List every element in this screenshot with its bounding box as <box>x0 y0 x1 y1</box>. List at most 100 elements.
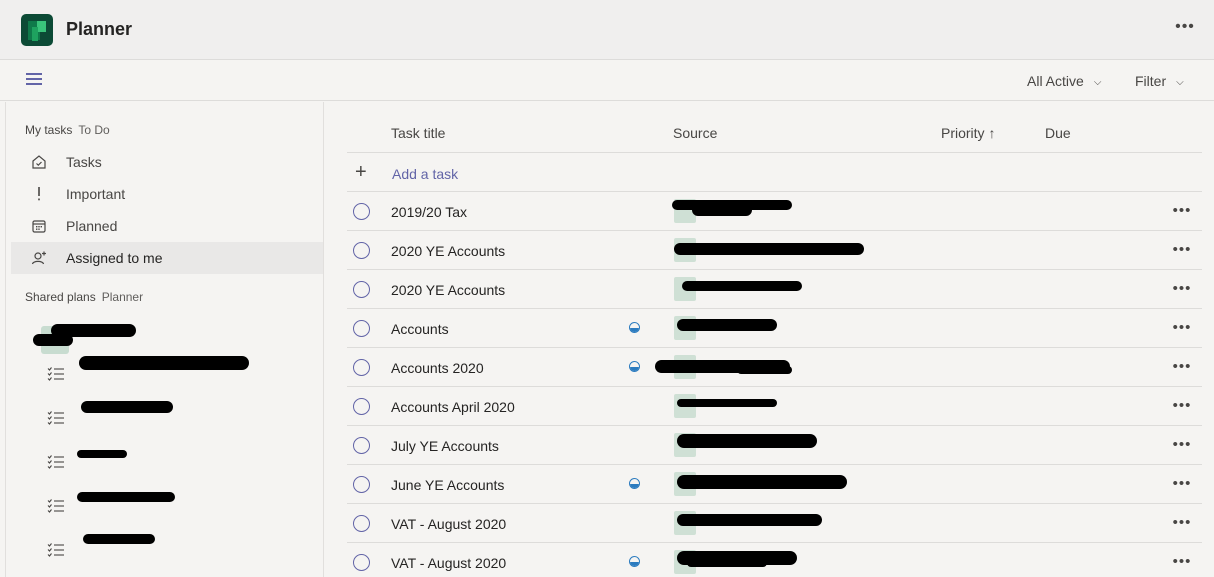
task-title[interactable]: 2019/20 Tax <box>391 204 467 220</box>
in-progress-icon <box>629 478 640 489</box>
sidebar-item-important[interactable]: Important <box>11 178 323 210</box>
checklist-icon <box>47 366 65 382</box>
sidebar-item-label: Tasks <box>66 154 102 170</box>
add-task-row[interactable]: + Add a task <box>347 153 1202 192</box>
to-do-label: To Do <box>78 123 110 137</box>
calendar-icon <box>31 218 47 234</box>
shared-plans-label: Shared plans <box>25 290 96 304</box>
checklist-icon <box>47 454 65 470</box>
more-options-icon[interactable]: ••• <box>1170 202 1194 220</box>
redacted-plan-name <box>77 492 175 502</box>
task-title[interactable]: VAT - August 2020 <box>391 516 506 532</box>
task-complete-checkbox[interactable] <box>353 242 370 259</box>
shared-plan-item[interactable] <box>11 440 323 484</box>
exclamation-icon <box>31 186 47 202</box>
task-title[interactable]: VAT - August 2020 <box>391 555 506 571</box>
checklist-icon <box>47 542 65 558</box>
redacted-source-name <box>677 475 847 489</box>
task-complete-checkbox[interactable] <box>353 515 370 532</box>
sidebar-item-tasks[interactable]: Tasks <box>11 146 323 178</box>
task-complete-checkbox[interactable] <box>353 437 370 454</box>
table-row[interactable]: VAT - August 2020 ••• <box>347 504 1202 543</box>
table-row[interactable]: VAT - August 2020 ••• <box>347 543 1202 577</box>
task-complete-checkbox[interactable] <box>353 359 370 376</box>
in-progress-icon <box>629 556 640 567</box>
column-header-due[interactable]: Due <box>1045 125 1071 141</box>
my-tasks-label: My tasks <box>25 123 73 137</box>
redacted-source-name <box>677 514 822 526</box>
more-options-icon[interactable]: ••• <box>1170 514 1194 532</box>
redacted-mark <box>33 334 73 346</box>
more-options-icon[interactable]: ••• <box>1170 436 1194 454</box>
task-title[interactable]: July YE Accounts <box>391 438 499 454</box>
add-task-button[interactable]: Add a task <box>392 166 458 182</box>
table-row[interactable]: 2019/20 Tax ••• <box>347 192 1202 231</box>
table-row[interactable]: July YE Accounts ••• <box>347 426 1202 465</box>
column-header-source[interactable]: Source <box>673 125 717 141</box>
chevron-down-icon: ⌵ <box>1176 77 1184 88</box>
redacted-source-name <box>692 204 752 216</box>
task-complete-checkbox[interactable] <box>353 203 370 220</box>
shared-plan-item[interactable] <box>11 484 323 528</box>
more-options-icon[interactable]: ••• <box>1170 475 1194 493</box>
sidebar-item-assigned-to-me[interactable]: Assigned to me <box>11 242 323 274</box>
checklist-icon <box>47 498 65 514</box>
shared-plan-item[interactable] <box>11 352 323 396</box>
task-title[interactable]: Accounts 2020 <box>391 360 484 376</box>
redacted-plan-name <box>81 401 173 413</box>
shared-plan-item[interactable] <box>11 528 323 572</box>
task-complete-checkbox[interactable] <box>353 320 370 337</box>
shared-plan-item[interactable] <box>11 396 323 440</box>
more-options-icon[interactable]: ••• <box>1170 241 1194 259</box>
filter-label: Filter <box>1135 73 1167 89</box>
task-complete-checkbox[interactable] <box>353 398 370 415</box>
more-options-icon[interactable]: ••• <box>1172 18 1198 40</box>
task-title[interactable]: June YE Accounts <box>391 477 504 493</box>
person-add-icon <box>31 250 47 266</box>
in-progress-icon <box>629 322 640 333</box>
my-tasks-section-label: My tasks To Do <box>25 123 110 137</box>
task-complete-checkbox[interactable] <box>353 476 370 493</box>
sidebar-item-label: Important <box>66 186 126 202</box>
table-row[interactable]: June YE Accounts ••• <box>347 465 1202 504</box>
shared-plan-item[interactable] <box>11 312 323 356</box>
column-header-priority[interactable]: Priority ↑ <box>941 125 995 141</box>
redacted-plan-name <box>77 450 127 458</box>
redacted-source-name <box>677 319 777 331</box>
table-row[interactable]: Accounts 2020 ••• <box>347 348 1202 387</box>
checklist-icon <box>47 410 65 426</box>
table-row[interactable]: 2020 YE Accounts ••• <box>347 231 1202 270</box>
table-row[interactable]: Accounts April 2020 ••• <box>347 387 1202 426</box>
planner-logo-icon <box>21 14 53 46</box>
sidebar-item-planned[interactable]: Planned <box>11 210 323 242</box>
redacted-plan-name <box>79 356 249 370</box>
home-icon <box>31 154 47 170</box>
filter-dropdown[interactable]: Filter ⌵ <box>1135 73 1184 89</box>
sidebar-item-label: Planned <box>66 218 118 234</box>
task-title[interactable]: Accounts April 2020 <box>391 399 515 415</box>
table-row[interactable]: 2020 YE Accounts ••• <box>347 270 1202 309</box>
redacted-source-name <box>737 366 792 374</box>
column-header-task-title[interactable]: Task title <box>391 125 445 141</box>
planner-label: Planner <box>101 290 144 304</box>
task-title[interactable]: 2020 YE Accounts <box>391 282 505 298</box>
more-options-icon[interactable]: ••• <box>1170 358 1194 376</box>
task-complete-checkbox[interactable] <box>353 554 370 571</box>
task-complete-checkbox[interactable] <box>353 281 370 298</box>
sidebar: My tasks To Do Tasks Important Planned As… <box>5 102 324 577</box>
hamburger-icon[interactable] <box>26 73 42 87</box>
chevron-down-icon: ⌵ <box>1093 77 1102 88</box>
table-row[interactable]: Accounts ••• <box>347 309 1202 348</box>
more-options-icon[interactable]: ••• <box>1170 319 1194 337</box>
redacted-source-name <box>674 243 864 255</box>
all-active-dropdown[interactable]: All Active ⌵ <box>1027 73 1101 89</box>
task-title[interactable]: 2020 YE Accounts <box>391 243 505 259</box>
in-progress-icon <box>629 361 640 372</box>
more-options-icon[interactable]: ••• <box>1170 397 1194 415</box>
more-options-icon[interactable]: ••• <box>1170 553 1194 571</box>
plus-icon: + <box>355 161 367 183</box>
task-title[interactable]: Accounts <box>391 321 449 337</box>
redacted-source-name <box>677 434 817 448</box>
more-options-icon[interactable]: ••• <box>1170 280 1194 298</box>
app-header: Planner ••• <box>0 0 1214 60</box>
